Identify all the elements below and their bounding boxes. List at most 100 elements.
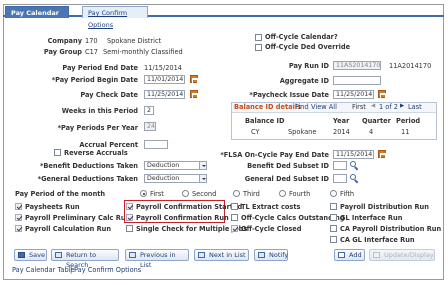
single-check-multiple-jobs-checkbox[interactable] [126,225,133,232]
next-in-list-button-label: Next in List [209,251,246,259]
col-header-quarter: Quarter [362,117,391,125]
off-cycle-ded-override-label: Off-Cycle Ded Override [265,43,351,51]
off-cycle-calcs-outstanding-label: Off-Cycle Calcs Outstanding [241,214,345,222]
ca-payroll-distribution-run-checkbox[interactable] [330,225,337,232]
radio-second[interactable] [182,190,189,197]
benefit-ded-subset-id-input[interactable] [333,161,347,170]
benefit-deductions-taken-select[interactable]: Deduction [144,161,207,170]
payroll-preliminary-calc-run-checkbox[interactable] [15,214,22,221]
payroll-confirmation-started-label: Payroll Confirmation Started [136,203,243,211]
pay-group-name: Semi-monthly Classified [103,48,183,56]
off-cycle-calendar-checkbox[interactable] [255,34,262,41]
pay-run-id-input[interactable]: 11AS2014170 [333,61,381,70]
company-code: 170 [85,37,98,45]
benefit-ded-subset-id-label: Benefit Ded Subset ID [247,162,329,170]
accrual-percent-input[interactable] [144,140,168,149]
reverse-accruals-label: Reverse Accruals [64,149,128,157]
calendar-icon[interactable] [378,90,386,99]
nav-range: 1 of 2 [379,103,398,111]
radio-third[interactable] [233,190,240,197]
payroll-preliminary-calc-run-label: Payroll Preliminary Calc Run [25,214,131,222]
off-cycle-ded-override-checkbox[interactable] [255,44,262,51]
benefit-deductions-taken-label: *Benefit Deductions Taken [39,162,138,170]
radio-first-label: First [150,190,164,198]
view-all-link[interactable]: View All [311,103,337,111]
notify-button[interactable]: Notify [254,249,288,261]
pay-group-label: Pay Group [43,48,82,56]
paysheets-run-checkbox[interactable] [15,203,22,210]
separator: | [307,103,310,111]
separator: | [291,103,294,111]
balance-id-group-value: Spokane [288,128,317,136]
aggregate-id-input[interactable] [333,76,381,85]
radio-fourth[interactable] [279,190,286,197]
general-ded-subset-id-input[interactable] [333,174,347,183]
ca-payroll-distribution-run-label: CA Payroll Distribution Run [340,225,442,233]
col-header-year: Year [333,117,350,125]
update-display-button[interactable]: Update/Display [369,249,435,261]
payroll-distribution-run-checkbox[interactable] [330,203,337,210]
off-cycle-calcs-outstanding-checkbox[interactable] [231,214,238,221]
next-in-list-button[interactable]: Next in List [194,249,249,261]
return-to-search-icon [55,252,62,258]
gl-interface-run-checkbox[interactable] [330,214,337,221]
radio-second-label: Second [192,190,217,198]
balance-id-value: CY [251,128,260,136]
pay-period-of-month-label: Pay Period of the month [15,190,106,198]
tl-extract-costs-checkbox[interactable] [231,203,238,210]
flsa-on-cycle-pay-end-date-label: *FLSA On-Cycle Pay End Date [220,151,329,159]
pay-periods-per-year-input[interactable]: 24 [144,122,156,131]
footer-link-pay-calendar-table[interactable]: Pay Calendar Table [12,266,75,274]
tl-extract-costs-label: TL Extract costs [241,203,301,211]
paycheck-issue-date-input[interactable]: 11/25/2014 [333,90,374,99]
pay-period-begin-date-input[interactable]: 11/01/2014 [144,75,185,84]
previous-in-list-icon [129,252,136,258]
weeks-in-period-input[interactable]: 2 [144,106,154,115]
calendar-icon[interactable] [378,150,386,159]
paysheets-run-label: Paysheets Run [25,203,80,211]
lookup-icon[interactable] [350,161,359,171]
flsa-on-cycle-pay-end-date-input[interactable]: 11/15/2014 [333,150,374,159]
add-button[interactable]: Add [334,249,365,261]
off-cycle-calendar-label: Off-Cycle Calendar? [265,33,338,41]
lookup-icon[interactable] [350,174,359,184]
off-cycle-closed-checkbox[interactable] [231,225,238,232]
nav-last-link[interactable]: Last [408,103,422,111]
col-header-period: Period [396,117,421,125]
company-name: Spokane District [107,37,162,45]
save-button[interactable]: Save [14,249,47,261]
general-deductions-taken-select[interactable]: Deduction [144,174,207,183]
save-icon [18,252,25,258]
previous-in-list-button[interactable]: Previous in List [125,249,189,269]
pay-period-end-date-value: 11/15/2014 [144,64,183,72]
tab-pay-calendar-table[interactable]: Pay Calendar Table [5,6,69,29]
tab-bar [3,4,444,17]
chevron-down-icon [199,175,206,182]
pay-check-date-input[interactable]: 11/25/2014 [144,90,185,99]
footer-separator: | [70,266,73,274]
update-display-icon [373,252,380,258]
radio-first[interactable] [140,190,147,197]
payroll-calculation-run-checkbox[interactable] [15,225,22,232]
calendar-icon[interactable] [190,75,198,84]
calendar-icon[interactable] [190,90,198,99]
radio-third-label: Third [243,190,260,198]
radio-fifth[interactable] [330,190,337,197]
general-deductions-taken-label: *General Deductions Taken [37,175,138,183]
aggregate-id-label: Aggregate ID [279,77,329,85]
footer-link-pay-confirm-options[interactable]: Pay Confirm Options [74,266,141,274]
pay-period-begin-date-label: *Pay Period Begin Date [51,76,138,84]
reverse-accruals-checkbox[interactable] [54,149,61,156]
gl-interface-run-label: GL Interface Run [340,214,403,222]
notify-button-label: Notify [269,251,289,259]
ca-gl-interface-run-label: CA GL Interface Run [340,236,415,244]
tab-pay-confirm-options[interactable]: Pay Confirm Options [82,6,148,29]
nav-next-icon[interactable]: ▶ [400,103,404,109]
payroll-confirmation-run-checkbox[interactable] [126,214,133,221]
notify-icon [258,252,265,258]
return-to-search-button[interactable]: Return to Search [51,249,119,269]
add-button-label: Add [349,251,362,259]
payroll-confirmation-started-checkbox[interactable] [126,203,133,210]
nav-previous-icon[interactable]: ◀ [371,103,375,109]
ca-gl-interface-run-checkbox[interactable] [330,236,337,243]
